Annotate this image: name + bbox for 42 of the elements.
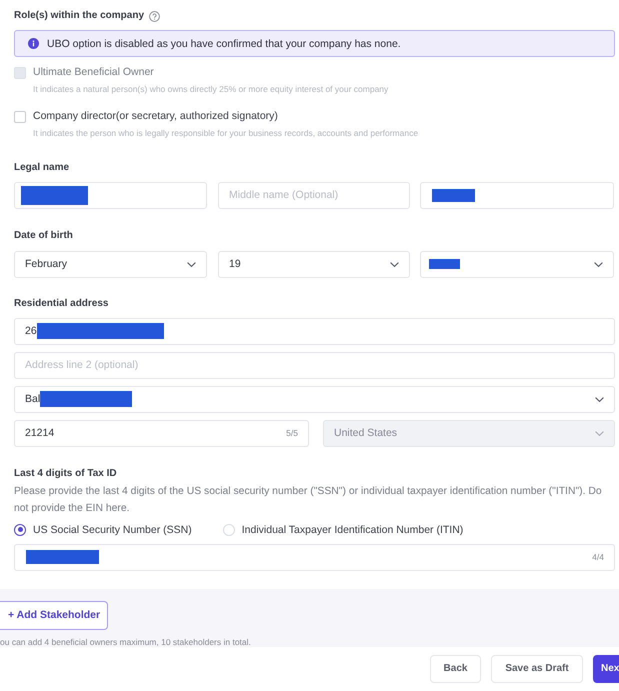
text-field[interactable]: 26	[14, 318, 615, 344]
text-field[interactable]	[14, 182, 207, 208]
next-button[interactable]: Nex	[593, 654, 619, 682]
chevron-down-icon	[187, 262, 196, 266]
text-field[interactable]: Address line 2 (optional)	[14, 352, 615, 378]
chevron-down-icon	[595, 396, 604, 402]
info-message: UBO option is disabled as you have confirmed that your company has none.	[47, 38, 401, 50]
secondary-button[interactable]: Save as Draft	[491, 654, 583, 682]
chevron-down-icon	[594, 262, 603, 266]
radio-button[interactable]	[14, 524, 26, 536]
chevron-down-icon	[595, 430, 604, 436]
redaction-block	[432, 188, 475, 202]
field-label: Legal name	[14, 160, 70, 174]
redaction-block	[429, 259, 460, 269]
option-description: It indicates the person who is legally responsible for your business records, accounts and performance	[33, 128, 420, 139]
text-field[interactable]: Middle name (Optional)	[218, 182, 410, 208]
checkbox[interactable]	[14, 110, 26, 122]
text-field[interactable]: 21214 5/5	[14, 420, 309, 446]
checkbox-label[interactable]: Company director(or secretary, authorized signatory)	[33, 110, 278, 123]
help-icon	[149, 10, 160, 22]
redaction-block	[21, 186, 88, 204]
dropdown[interactable]: 19	[218, 250, 410, 278]
secondary-button[interactable]: Back	[430, 654, 481, 682]
help-text: Please provide the last 4 digits of the US social security number ("SSN") or individual taxpayer identification number ("ITIN"). Do not provide the EIN here.	[14, 485, 603, 516]
dropdown[interactable]: February	[14, 250, 207, 278]
field-label: Residential address	[14, 296, 110, 310]
dropdown[interactable]: Bal	[14, 386, 615, 412]
add-stakeholder-button[interactable]: + Add Stakeholder	[0, 600, 108, 630]
limit-note: ou can add 4 beneficial owners maximum, 10 stakeholders in total.	[0, 636, 252, 648]
info-icon	[28, 38, 39, 49]
field-label: Date of birth	[14, 228, 74, 242]
dropdown[interactable]	[420, 250, 614, 278]
section-heading: Role(s) within the company	[14, 9, 144, 23]
chevron-down-icon	[390, 262, 399, 266]
character-counter: 4/4	[592, 552, 604, 562]
field-label: Last 4 digits of Tax ID	[14, 466, 118, 480]
text-field[interactable]	[420, 182, 614, 208]
character-counter: 5/5	[286, 428, 298, 438]
radio-label[interactable]: US Social Security Number (SSN)	[33, 524, 192, 536]
option-description: It indicates a natural person(s) who owns directly 25% or more equity interest of your company	[33, 84, 390, 95]
text-field[interactable]: 4/4	[14, 544, 615, 570]
radio-label[interactable]: Individual Taxpayer Identification Number (ITIN)	[242, 524, 464, 536]
